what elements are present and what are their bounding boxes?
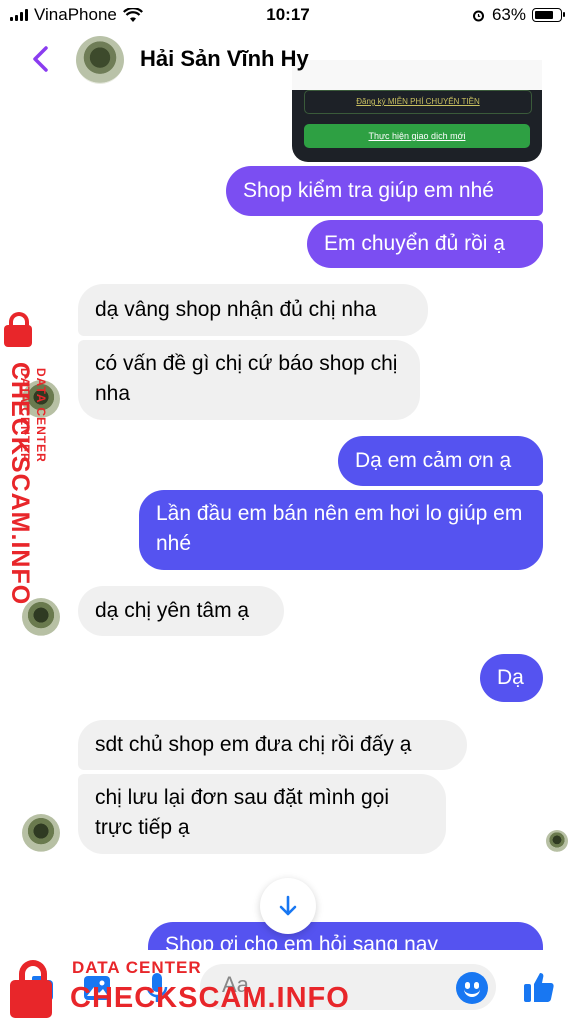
alarm-icon <box>472 10 484 21</box>
outgoing-message[interactable]: Em chuyển đủ rồi ạ <box>307 220 543 268</box>
read-receipt-avatar <box>546 830 568 852</box>
back-chevron-icon[interactable] <box>28 44 54 74</box>
message-text: Em chuyển đủ rồi ạ <box>324 232 505 255</box>
outgoing-message[interactable]: Dạ em cảm ơn ạ <box>338 436 543 486</box>
battery-icon <box>532 8 565 22</box>
status-bar: VinaPhone 10:17 63% <box>0 0 576 30</box>
outgoing-message[interactable]: Shop kiểm tra giúp em nhé <box>226 166 543 216</box>
arrow-down-icon <box>279 895 297 916</box>
watermark-lock-icon <box>10 960 52 1018</box>
watermark-vertical-small: DATA CENTER <box>34 368 48 463</box>
thumbs-up-icon[interactable] <box>522 970 556 1004</box>
watermark-vertical-big: CHECKSCAM.INFO <box>6 362 34 606</box>
message-text: Dạ em cảm ơn ạ <box>355 449 512 472</box>
outgoing-message[interactable]: Dạ <box>480 654 543 702</box>
battery-percent: 63% <box>491 5 526 24</box>
outgoing-message[interactable]: Lần đầu em bán nên em hơi lo giúp em nhé <box>139 490 543 570</box>
register-link: Đăng ký MIỄN PHÍ CHUYỂN TIỀN <box>304 90 532 114</box>
sender-avatar[interactable] <box>22 814 60 852</box>
incoming-message[interactable]: dạ vâng shop nhận đủ chị nha <box>78 284 428 336</box>
scroll-to-bottom-button[interactable] <box>260 878 316 934</box>
message-text: Lần đầu em bán nên em hơi lo giúp em nhé <box>156 502 523 555</box>
contact-avatar[interactable] <box>76 36 124 84</box>
message-text: dạ vâng shop nhận đủ chị nha <box>95 298 377 321</box>
emoji-icon[interactable] <box>456 972 488 1004</box>
message-text: chị lưu lại đơn sau đặt mình gọi trực ti… <box>95 786 389 839</box>
message-text: sdt chủ shop em đưa chị rồi đấy ạ <box>95 733 412 756</box>
message-text: Shop kiểm tra giúp em nhé <box>243 179 494 202</box>
new-transaction-button: Thực hiện giao dịch mới <box>304 124 530 148</box>
watermark-big-text: CHECKSCAM.INFO <box>70 982 350 1014</box>
incoming-message[interactable]: có vấn đề gì chị cứ báo shop chị nha <box>78 340 420 420</box>
message-text: dạ chị yên tâm ạ <box>95 599 250 622</box>
message-text: có vấn đề gì chị cứ báo shop chị nha <box>95 352 398 405</box>
contact-name[interactable]: Hải Sản Vĩnh Hy <box>140 46 309 72</box>
watermark-small-text: DATA CENTER <box>72 958 202 977</box>
incoming-message[interactable]: sdt chủ shop em đưa chị rồi đấy ạ <box>78 720 467 770</box>
incoming-message[interactable]: dạ chị yên tâm ạ <box>78 586 284 636</box>
status-right: 63% <box>471 5 565 25</box>
chat-header: Hải Sản Vĩnh Hy <box>0 30 576 90</box>
watermark-bottom: DATA CENTER CHECKSCAM.INFO <box>6 952 406 1022</box>
message-text: Dạ <box>497 666 524 689</box>
watermark-lock-icon <box>4 312 32 347</box>
incoming-message[interactable]: chị lưu lại đơn sau đặt mình gọi trực ti… <box>78 774 446 854</box>
